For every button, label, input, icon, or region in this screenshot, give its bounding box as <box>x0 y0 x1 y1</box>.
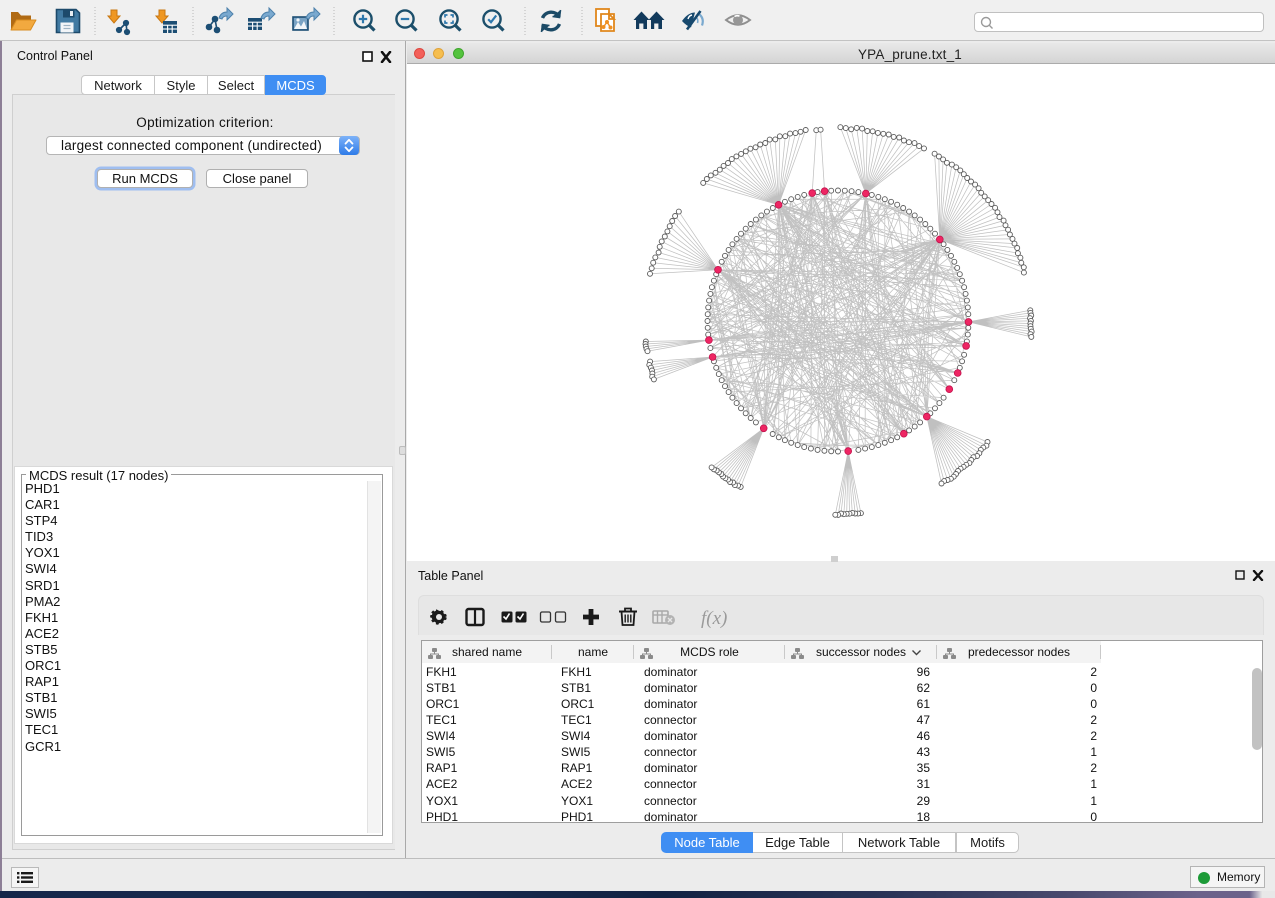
svg-text:f(x): f(x) <box>701 608 727 629</box>
